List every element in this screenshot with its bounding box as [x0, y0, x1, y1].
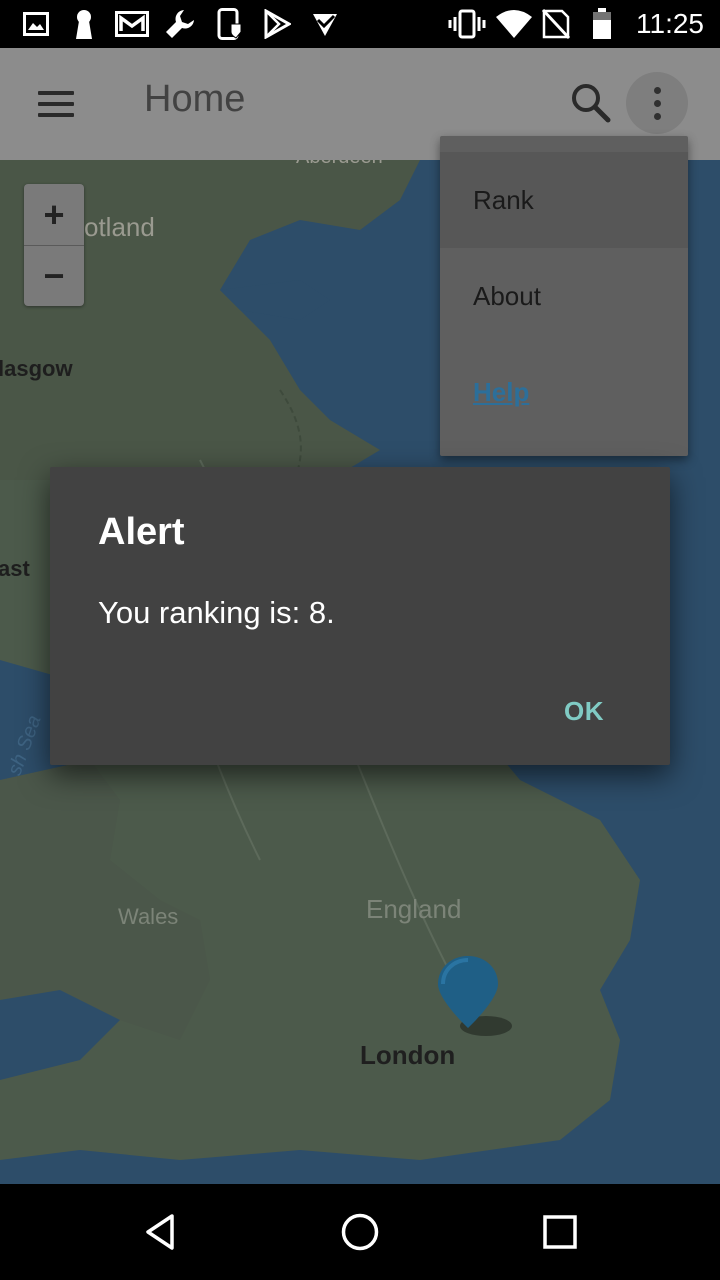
overflow-menu: Rank About Help [440, 136, 688, 456]
status-bar: 11:25 [0, 0, 720, 48]
clock: 11:25 [636, 8, 704, 39]
dialog-title: Alert [98, 511, 185, 553]
menu-item-rank[interactable]: Rank [440, 152, 688, 248]
navigation-bar [0, 1184, 720, 1280]
wifi-icon [494, 8, 534, 40]
gmail-icon [114, 8, 150, 40]
alert-dialog: Alert You ranking is: 8. OK [50, 467, 670, 765]
home-circle-icon[interactable] [336, 1208, 384, 1256]
menu-item-help[interactable]: Help [440, 344, 688, 440]
battery-icon [590, 8, 614, 40]
dialog-message: You ranking is: 8. [98, 595, 335, 630]
no-sim-icon [540, 8, 572, 40]
menu-item-about[interactable]: About [440, 248, 688, 344]
keyhole-icon [72, 8, 96, 40]
wrench-icon [162, 8, 198, 40]
recents-square-icon[interactable] [536, 1208, 584, 1256]
vibrate-icon [448, 8, 486, 40]
phone-shield-icon [216, 8, 244, 40]
back-triangle-icon[interactable] [136, 1208, 184, 1256]
image-icon [22, 8, 50, 40]
check-icon [310, 8, 340, 40]
play-store-icon [262, 8, 292, 40]
ok-button[interactable]: OK [544, 687, 624, 735]
